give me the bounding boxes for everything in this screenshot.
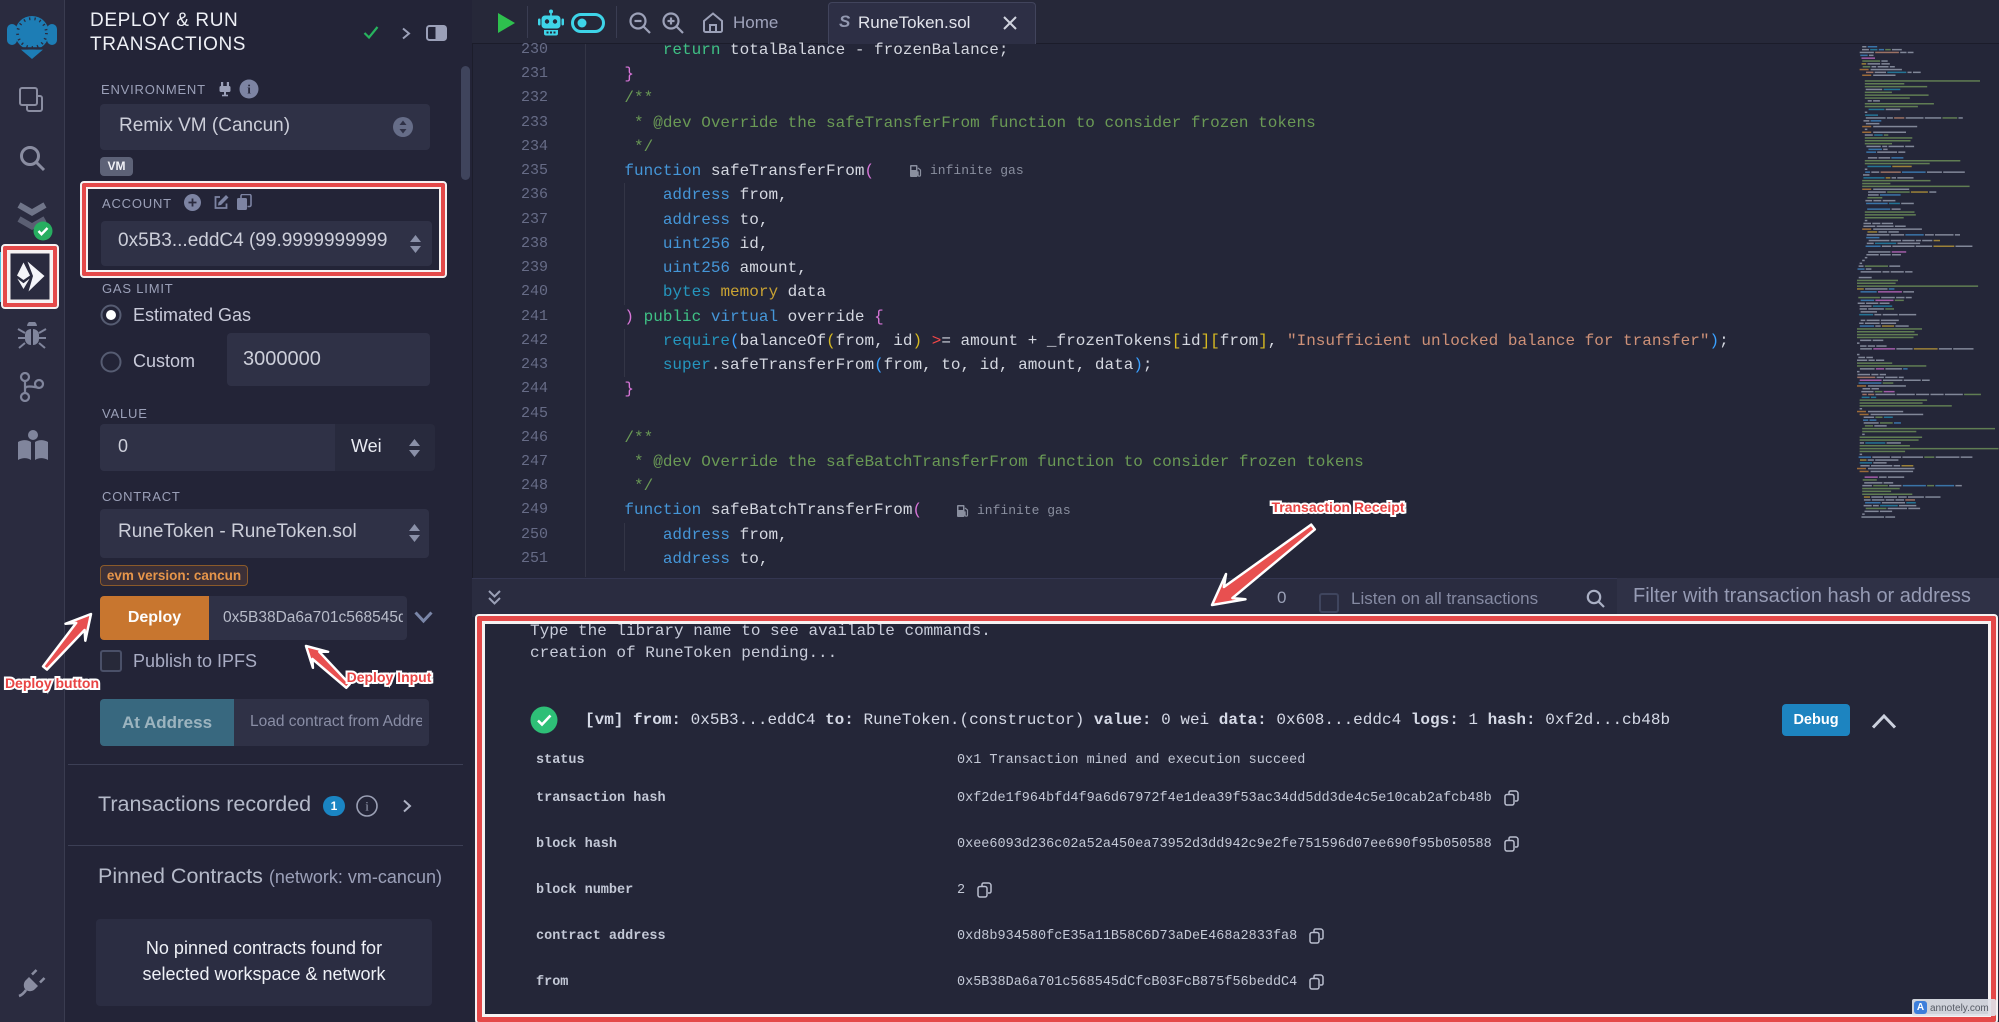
svg-text:i: i [365,799,369,814]
